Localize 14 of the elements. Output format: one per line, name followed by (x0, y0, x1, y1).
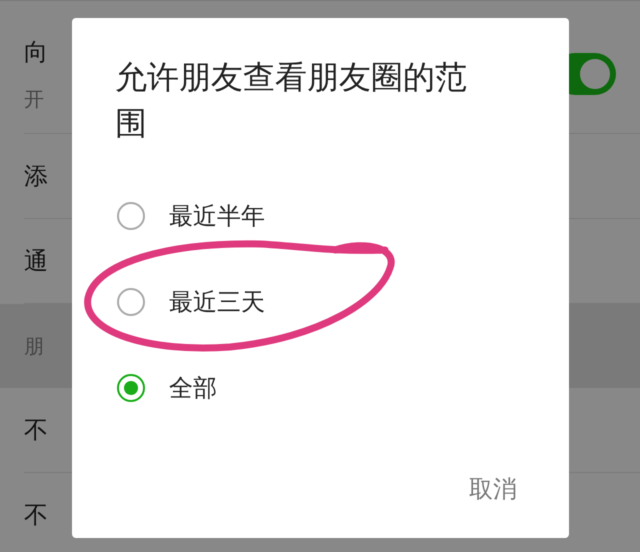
radio-option[interactable]: 全部 (115, 367, 529, 409)
radio-button[interactable] (117, 288, 145, 316)
setting-title: 添 (24, 161, 48, 192)
radio-button[interactable] (117, 374, 145, 402)
radio-option[interactable]: 最近半年 (115, 195, 529, 237)
cancel-button[interactable]: 取消 (457, 465, 529, 513)
setting-title: 不 (24, 500, 48, 531)
setting-description: 开 (24, 86, 45, 112)
dialog-title: 允许朋友查看朋友圈的范围 (115, 57, 468, 144)
radio-button[interactable] (117, 202, 145, 230)
setting-title: 通 (24, 246, 48, 277)
radio-option[interactable]: 最近三天 (115, 281, 529, 323)
setting-title: 不 (24, 415, 48, 446)
setting-title: 向 (24, 36, 48, 68)
